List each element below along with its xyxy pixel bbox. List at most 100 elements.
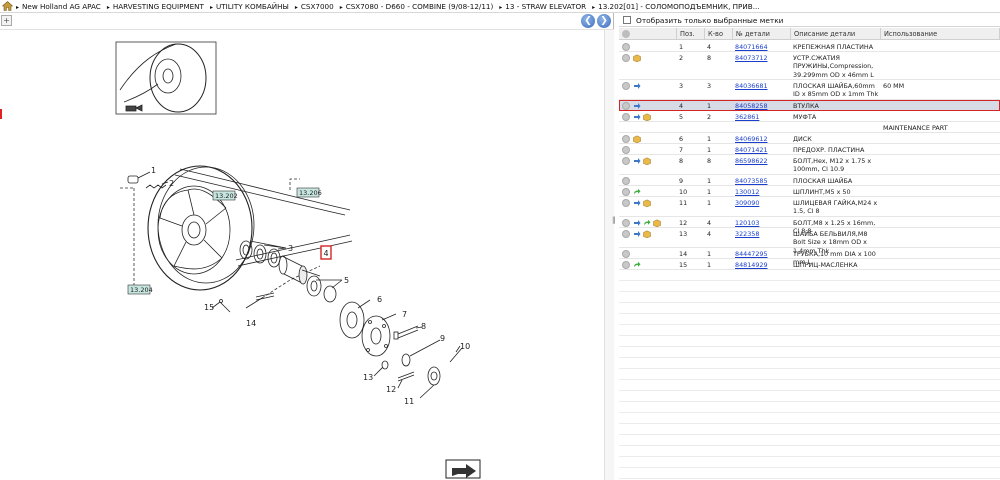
alternate-part-icon[interactable]: [633, 157, 641, 165]
table-row[interactable]: 4 1 84058258 ВТУЛКА: [619, 100, 1000, 111]
callout-3[interactable]: 3: [288, 244, 293, 253]
info-icon[interactable]: [622, 261, 630, 269]
column-header-part-number[interactable]: № детали: [733, 28, 791, 40]
table-row[interactable]: 1 4 84071664 КРЕПЕЖНАЯ ПЛАСТИНА: [619, 41, 1000, 52]
alternate-part-icon[interactable]: [633, 113, 641, 121]
kit-box-icon[interactable]: [643, 113, 651, 121]
exploded-parts-diagram[interactable]: 1 2 3 5 6 7 8 9 10 11 12 13 14 15 4 13.2…: [0, 30, 604, 480]
alternate-part-icon[interactable]: [633, 219, 641, 227]
show-selected-only-checkbox[interactable]: [623, 16, 631, 24]
kit-box-icon[interactable]: [643, 199, 651, 207]
ref-13206[interactable]: 13.206: [299, 189, 322, 197]
part-number-link[interactable]: 84814929: [735, 261, 791, 269]
part-number-link[interactable]: 322358: [735, 230, 791, 238]
info-icon[interactable]: [622, 157, 630, 165]
callout-14[interactable]: 14: [246, 319, 256, 328]
expand-icon[interactable]: +: [1, 15, 12, 26]
table-row[interactable]: 2 8 84073712 УСТР.СЖАТИЯ ПРУЖИНЫ,Compressio…: [619, 52, 1000, 80]
column-header-usage[interactable]: Использование: [881, 28, 1000, 40]
info-icon[interactable]: [622, 113, 630, 121]
alternate-part-icon[interactable]: [633, 230, 641, 238]
home-icon[interactable]: [2, 1, 13, 11]
table-row[interactable]: 7 1 84071421 ПРЕДОХР. ПЛАСТИНА: [619, 144, 1000, 155]
callout-13[interactable]: 13: [363, 373, 373, 382]
replaced-by-icon[interactable]: [643, 219, 651, 227]
info-icon[interactable]: [622, 54, 630, 62]
diagram-thumbnail[interactable]: [115, 41, 217, 115]
ref-13204[interactable]: 13.204: [130, 286, 153, 294]
part-number-link[interactable]: 84073585: [735, 177, 791, 185]
info-icon[interactable]: [622, 250, 630, 258]
breadcrumb-item[interactable]: UTILITY КОМБАЙНЫ: [210, 2, 289, 11]
part-number-link[interactable]: 362861: [735, 113, 791, 121]
forward-arrow-icon[interactable]: ❯: [597, 14, 611, 28]
alternate-part-icon[interactable]: [633, 82, 641, 90]
breadcrumb-item[interactable]: 13.202[01] - СОЛОМОПОДЪЕМНИК, ПРИВ...: [592, 2, 759, 11]
replaced-by-icon[interactable]: [633, 188, 641, 196]
callout-15[interactable]: 15: [204, 303, 214, 312]
info-icon[interactable]: [622, 135, 630, 143]
table-row[interactable]: 14 1 84447295 ТРУБКА,10 mm DIA x 100 mm L: [619, 248, 1000, 266]
table-row[interactable]: 3 3 84036681 ПЛОСКАЯ ШАЙБА,60mm ID x 85mm O…: [619, 80, 1000, 100]
info-icon[interactable]: [622, 43, 630, 51]
alternate-part-icon[interactable]: [633, 199, 641, 207]
part-number-link[interactable]: 84036681: [735, 82, 791, 90]
table-row[interactable]: 9 1 84073585 ПЛОСКАЯ ШАЙБА: [619, 175, 1000, 186]
part-number-link[interactable]: 84073712: [735, 54, 791, 62]
part-number-link[interactable]: 120103: [735, 219, 791, 227]
table-row-note[interactable]: MAINTENANCE PART: [619, 122, 1000, 133]
diagram-scrollbar[interactable]: [604, 30, 614, 480]
kit-box-icon[interactable]: [643, 230, 651, 238]
info-icon[interactable]: [622, 230, 630, 238]
column-header-pos[interactable]: Поз.: [677, 28, 705, 40]
part-number-link[interactable]: 86598622: [735, 157, 791, 165]
settings-icon[interactable]: [622, 30, 630, 38]
part-number-link[interactable]: 84058258: [735, 102, 791, 110]
part-number-link[interactable]: 84447295: [735, 250, 791, 258]
info-icon[interactable]: [622, 188, 630, 196]
part-number-link[interactable]: 309090: [735, 199, 791, 207]
ref-13202-a[interactable]: 13.202: [215, 192, 238, 200]
table-row[interactable]: 8 8 86598622 БОЛТ,Hex, M12 x 1.75 x 100mm, …: [619, 155, 1000, 175]
table-row[interactable]: 12 4 120103 БОЛТ,M8 x 1.25 x 16mm, Cl 8.8: [619, 217, 1000, 235]
callout-7[interactable]: 7: [402, 310, 407, 319]
kit-box-icon[interactable]: [653, 219, 661, 227]
callout-6[interactable]: 6: [377, 295, 382, 304]
info-icon[interactable]: [622, 146, 630, 154]
callout-10[interactable]: 10: [460, 342, 470, 351]
next-page-icon[interactable]: [445, 459, 481, 479]
kit-box-icon[interactable]: [633, 54, 641, 62]
callout-4-highlight[interactable]: 4: [320, 245, 332, 260]
replaced-by-icon[interactable]: [633, 261, 641, 269]
table-row[interactable]: 15 1 84814929 ШПРИЦ-МАСЛЕНКА: [619, 259, 1000, 270]
breadcrumb-item[interactable]: HARVESTING EQUIPMENT: [107, 2, 204, 11]
breadcrumb-item[interactable]: CSX7080 - D660 - COMBINE (9/08-12/11): [340, 2, 494, 11]
info-icon[interactable]: [622, 219, 630, 227]
kit-box-icon[interactable]: [643, 157, 651, 165]
part-number-link[interactable]: 84071664: [735, 43, 791, 51]
callout-8[interactable]: 8: [421, 322, 426, 331]
callout-4[interactable]: 4: [324, 249, 329, 258]
part-number-link[interactable]: 84069612: [735, 135, 791, 143]
info-icon[interactable]: [622, 177, 630, 185]
breadcrumb-item[interactable]: 13 - STRAW ELEVATOR: [499, 2, 586, 11]
callout-9[interactable]: 9: [440, 334, 445, 343]
kit-box-icon[interactable]: [633, 135, 641, 143]
column-header-description[interactable]: Описание детали: [791, 28, 881, 40]
callout-12[interactable]: 12: [386, 385, 396, 394]
info-icon[interactable]: [622, 82, 630, 90]
panel-splitter[interactable]: ‖: [612, 216, 618, 230]
column-header-settings[interactable]: [619, 28, 677, 40]
back-arrow-icon[interactable]: ❮: [581, 14, 595, 28]
part-number-link[interactable]: 130012: [735, 188, 791, 196]
table-row[interactable]: 5 2 362861 МУФТА: [619, 111, 1000, 122]
info-icon[interactable]: [622, 199, 630, 207]
callout-1[interactable]: 1: [151, 166, 156, 175]
alternate-part-icon[interactable]: [633, 102, 641, 110]
breadcrumb-item[interactable]: CSX7000: [295, 2, 334, 11]
column-header-qty[interactable]: К-во: [705, 28, 733, 40]
callout-5[interactable]: 5: [344, 276, 349, 285]
callout-11[interactable]: 11: [404, 397, 414, 406]
part-number-link[interactable]: 84071421: [735, 146, 791, 154]
table-row[interactable]: 11 1 309090 ШЛИЦЕВАЯ ГАЙКА,M24 x 1.5, Cl 8: [619, 197, 1000, 217]
